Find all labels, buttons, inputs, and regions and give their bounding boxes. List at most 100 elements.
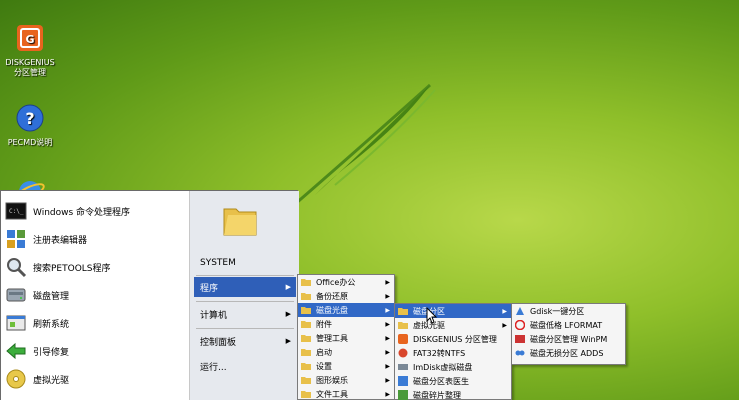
refresh-icon bbox=[6, 315, 26, 331]
convert-icon bbox=[398, 348, 408, 358]
start-item-label: 搜索PETOOLS程序 bbox=[33, 263, 111, 274]
arrow-right-icon: ▶ bbox=[385, 306, 390, 314]
desktop-icon-label: PECMD说明 bbox=[7, 138, 53, 147]
folder-icon bbox=[301, 391, 311, 398]
menu-item-imdisk[interactable]: ImDisk虚拟磁盘 bbox=[395, 360, 511, 374]
menu-item-lformat[interactable]: 磁盘低格 LFORMAT bbox=[512, 318, 625, 332]
start-menu-pinned: C:\_ Windows 命令处理程序 注册表编辑器 搜索PETOOLS程序 磁… bbox=[1, 191, 189, 400]
start-item-label: Windows 命令处理程序 bbox=[33, 207, 131, 218]
start-link-programs[interactable]: 程序 ▶ bbox=[194, 277, 296, 297]
disk-manage-icon bbox=[6, 288, 26, 302]
menu-item-defrag[interactable]: 磁盘碎片整理 bbox=[395, 388, 511, 400]
menu-item-backup[interactable]: 备份还原 ▶ bbox=[298, 289, 394, 303]
diskgenius-icon: G bbox=[17, 25, 43, 51]
menu-item-virtual-cd[interactable]: 虚拟光驱 ▶ bbox=[395, 318, 511, 332]
menu-item-settings[interactable]: 设置 ▶ bbox=[298, 359, 394, 373]
menu-item-accessories[interactable]: 附件 ▶ bbox=[298, 317, 394, 331]
cdrom-icon bbox=[6, 369, 26, 389]
arrow-right-icon: ▶ bbox=[285, 283, 291, 291]
start-link-run[interactable]: 运行... bbox=[194, 356, 296, 376]
folder-icon bbox=[301, 335, 311, 342]
folder-icon bbox=[301, 279, 311, 286]
arrow-right-icon: ▶ bbox=[285, 310, 291, 318]
imdisk-icon bbox=[398, 364, 408, 370]
menu-item-fat32-ntfs[interactable]: FAT32转NTFS bbox=[395, 346, 511, 360]
arrow-right-icon: ▶ bbox=[385, 376, 390, 384]
start-item-label: 虚拟光驱 bbox=[33, 375, 70, 386]
menu-item-partition[interactable]: 磁盘分区 ▶ bbox=[395, 304, 511, 318]
doctor-icon bbox=[398, 376, 408, 386]
folder-icon bbox=[301, 349, 311, 356]
desktop-icon-label: 分区管理 bbox=[14, 68, 46, 77]
menu-item-disk[interactable]: 磁盘光盘 ▶ bbox=[298, 303, 394, 317]
start-item-cmd[interactable]: C:\_ Windows 命令处理程序 bbox=[5, 198, 185, 224]
programs-submenu: Office办公 ▶ 备份还原 ▶ 磁盘光盘 ▶ 附件 ▶ 管理工具 ▶ 启动 … bbox=[297, 274, 395, 400]
menu-item-adds[interactable]: 磁盘无损分区 ADDS bbox=[512, 346, 625, 360]
arrow-right-icon: ▶ bbox=[285, 337, 291, 345]
start-menu-places: SYSTEM 程序 ▶ 计算机 ▶ 控制面板 ▶ 运行... bbox=[189, 191, 299, 400]
search-icon bbox=[7, 258, 27, 278]
lformat-icon bbox=[515, 320, 525, 330]
start-item-label: 刷新系统 bbox=[33, 319, 70, 330]
menu-item-file-tools[interactable]: 文件工具 ▶ bbox=[298, 387, 394, 400]
folder-icon bbox=[301, 307, 311, 314]
menu-item-admin-tools[interactable]: 管理工具 ▶ bbox=[298, 331, 394, 345]
arrow-right-icon: ▶ bbox=[385, 362, 390, 370]
registry-icon bbox=[7, 230, 25, 248]
separator bbox=[196, 301, 294, 302]
repair-icon bbox=[6, 342, 26, 360]
adds-icon bbox=[515, 350, 525, 356]
desktop-icon-pecmd[interactable]: ? PECMD说明 bbox=[0, 102, 60, 148]
separator bbox=[196, 275, 294, 276]
desktop-icon-diskgenius[interactable]: G DISKGENIUS 分区管理 bbox=[0, 22, 60, 78]
start-link-control-panel[interactable]: 控制面板 ▶ bbox=[194, 331, 296, 351]
start-menu: C:\_ Windows 命令处理程序 注册表编辑器 搜索PETOOLS程序 磁… bbox=[0, 190, 299, 400]
start-item-registry[interactable]: 注册表编辑器 bbox=[5, 226, 185, 252]
separator bbox=[196, 328, 294, 329]
menu-item-office[interactable]: Office办公 ▶ bbox=[298, 275, 394, 289]
start-item-search[interactable]: 搜索PETOOLS程序 bbox=[5, 254, 185, 280]
arrow-right-icon: ▶ bbox=[385, 278, 390, 286]
svg-text:?: ? bbox=[25, 109, 34, 128]
arrow-right-icon: ▶ bbox=[385, 320, 390, 328]
folder-icon bbox=[301, 321, 311, 328]
folder-icon bbox=[398, 322, 408, 329]
arrow-right-icon: ▶ bbox=[502, 307, 507, 315]
start-item-label: 引导修复 bbox=[33, 347, 70, 358]
menu-item-diskgenius[interactable]: DISKGENIUS 分区管理 bbox=[395, 332, 511, 346]
arrow-right-icon: ▶ bbox=[385, 334, 390, 342]
folder-icon bbox=[223, 208, 257, 236]
partition-submenu: Gdisk一键分区 磁盘低格 LFORMAT 磁盘分区管理 WinPM 磁盘无损… bbox=[511, 303, 626, 365]
arrow-right-icon: ▶ bbox=[502, 321, 507, 329]
start-item-repair[interactable]: 引导修复 bbox=[5, 338, 185, 364]
arrow-right-icon: ▶ bbox=[385, 348, 390, 356]
start-item-label: 磁盘管理 bbox=[33, 291, 70, 302]
folder-icon bbox=[398, 308, 408, 315]
defrag-icon bbox=[398, 390, 408, 400]
start-link-computer[interactable]: 计算机 ▶ bbox=[194, 304, 296, 324]
winpm-icon bbox=[515, 335, 525, 343]
menu-item-gdisk[interactable]: Gdisk一键分区 bbox=[512, 304, 625, 318]
start-item-cdrom[interactable]: 虚拟光驱 bbox=[5, 366, 185, 392]
svg-text:G: G bbox=[25, 33, 34, 46]
start-item-disk-manage[interactable]: 磁盘管理 bbox=[5, 282, 185, 308]
menu-item-graphics[interactable]: 图形娱乐 ▶ bbox=[298, 373, 394, 387]
cmd-icon: C:\_ bbox=[5, 202, 27, 220]
start-item-refresh[interactable]: 刷新系统 bbox=[5, 310, 185, 336]
menu-item-winpm[interactable]: 磁盘分区管理 WinPM bbox=[512, 332, 625, 346]
menu-item-partition-doctor[interactable]: 磁盘分区表医生 bbox=[395, 374, 511, 388]
gdisk-icon bbox=[516, 307, 524, 315]
folder-icon bbox=[301, 363, 311, 370]
arrow-right-icon: ▶ bbox=[385, 292, 390, 300]
start-item-label: 注册表编辑器 bbox=[33, 235, 88, 246]
mouse-cursor-icon bbox=[426, 307, 438, 324]
svg-text:C:\_: C:\_ bbox=[9, 208, 24, 215]
folder-icon bbox=[301, 377, 311, 384]
disk-submenu: 磁盘分区 ▶ 虚拟光驱 ▶ DISKGENIUS 分区管理 FAT32转NTFS… bbox=[394, 303, 512, 400]
diskgenius-icon bbox=[398, 334, 408, 344]
arrow-right-icon: ▶ bbox=[385, 390, 390, 398]
start-link-system[interactable]: SYSTEM bbox=[194, 253, 296, 273]
desktop-icon-label: DISKGENIUS bbox=[5, 58, 55, 67]
help-icon: ? bbox=[16, 104, 44, 132]
menu-item-startup[interactable]: 启动 ▶ bbox=[298, 345, 394, 359]
